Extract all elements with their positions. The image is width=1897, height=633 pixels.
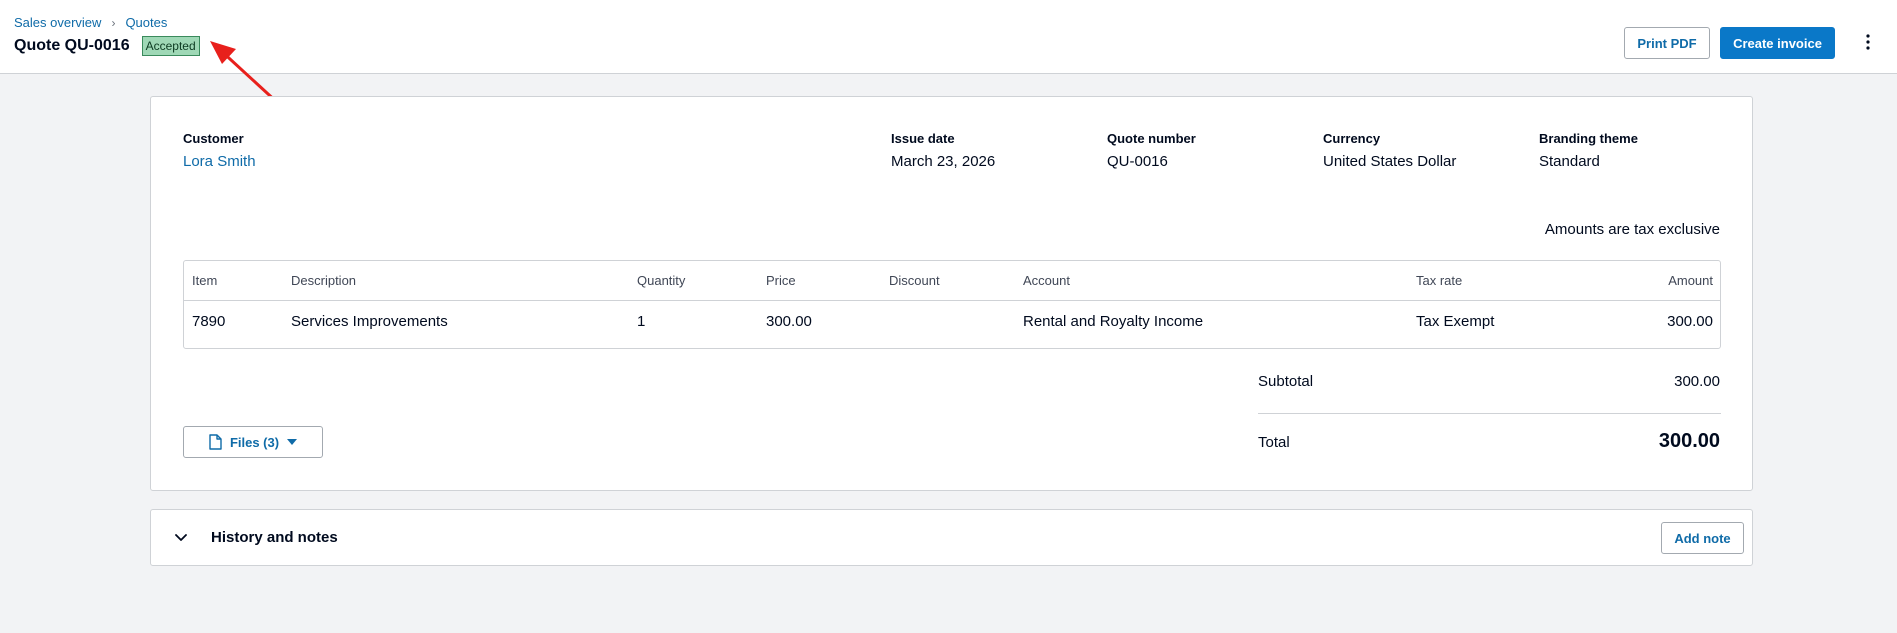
breadcrumb-quotes[interactable]: Quotes (125, 15, 167, 30)
history-and-notes-card: History and notes Add note (150, 509, 1753, 566)
summary-divider (1258, 413, 1721, 414)
column-header-description: Description (291, 273, 357, 288)
column-header-price: Price (766, 273, 796, 288)
cell-item: 7890 (192, 313, 226, 330)
column-header-amount: Amount (1668, 273, 1713, 288)
subtotal-value: 300.00 (1674, 373, 1720, 390)
page-title: Quote QU-0016 (14, 37, 130, 54)
files-button-label: Files (3) (229, 434, 280, 450)
breadcrumb-sales-overview[interactable]: Sales overview (14, 15, 101, 30)
cell-amount: 300.00 (1667, 313, 1713, 330)
column-header-tax-rate: Tax rate (1416, 273, 1463, 288)
customer-label: Customer (183, 131, 244, 146)
cell-price: 300.00 (766, 313, 812, 330)
tax-note: Amounts are tax exclusive (1544, 221, 1720, 238)
currency-label: Currency (1323, 131, 1381, 146)
file-icon (209, 434, 222, 450)
breadcrumb: Sales overview › Quotes (14, 15, 167, 30)
column-header-account: Account (1023, 273, 1070, 288)
total-label: Total (1258, 434, 1290, 451)
cell-description: Services Improvements (291, 313, 448, 330)
currency-value: United States Dollar (1323, 153, 1457, 170)
issue-date-label: Issue date (891, 131, 955, 146)
column-header-quantity: Quantity (637, 273, 686, 288)
add-note-button[interactable]: Add note (1661, 522, 1744, 554)
chevron-down-icon[interactable] (171, 528, 191, 548)
quote-number-label: Quote number (1107, 131, 1196, 146)
more-options-icon[interactable] (1858, 27, 1878, 57)
files-button[interactable]: Files (3) (183, 426, 323, 458)
column-header-item: Item (192, 273, 218, 288)
caret-down-icon (287, 439, 298, 445)
issue-date-value: March 23, 2026 (891, 153, 996, 170)
cell-quantity: 1 (637, 313, 646, 330)
breadcrumb-separator: › (111, 15, 116, 30)
create-invoice-button[interactable]: Create invoice (1720, 27, 1835, 59)
total-value: 300.00 (1658, 430, 1720, 452)
quote-details-card: Customer Lora Smith Issue date March 23,… (150, 96, 1753, 491)
history-title: History and notes (211, 529, 338, 546)
title-row: Quote QU-0016 Accepted (14, 36, 200, 56)
quote-number-value: QU-0016 (1107, 153, 1168, 170)
cell-tax-rate: Tax Exempt (1416, 313, 1495, 330)
status-badge: Accepted (141, 36, 200, 56)
print-pdf-button[interactable]: Print PDF (1624, 27, 1710, 59)
table-header-divider (184, 300, 1720, 301)
branding-theme-value: Standard (1539, 153, 1600, 170)
column-header-discount: Discount (889, 273, 940, 288)
line-items-table: Item Description Quantity Price Discount… (183, 260, 1721, 349)
subtotal-label: Subtotal (1258, 373, 1314, 390)
customer-link[interactable]: Lora Smith (183, 153, 256, 170)
cell-account: Rental and Royalty Income (1023, 313, 1204, 330)
branding-theme-label: Branding theme (1539, 131, 1638, 146)
